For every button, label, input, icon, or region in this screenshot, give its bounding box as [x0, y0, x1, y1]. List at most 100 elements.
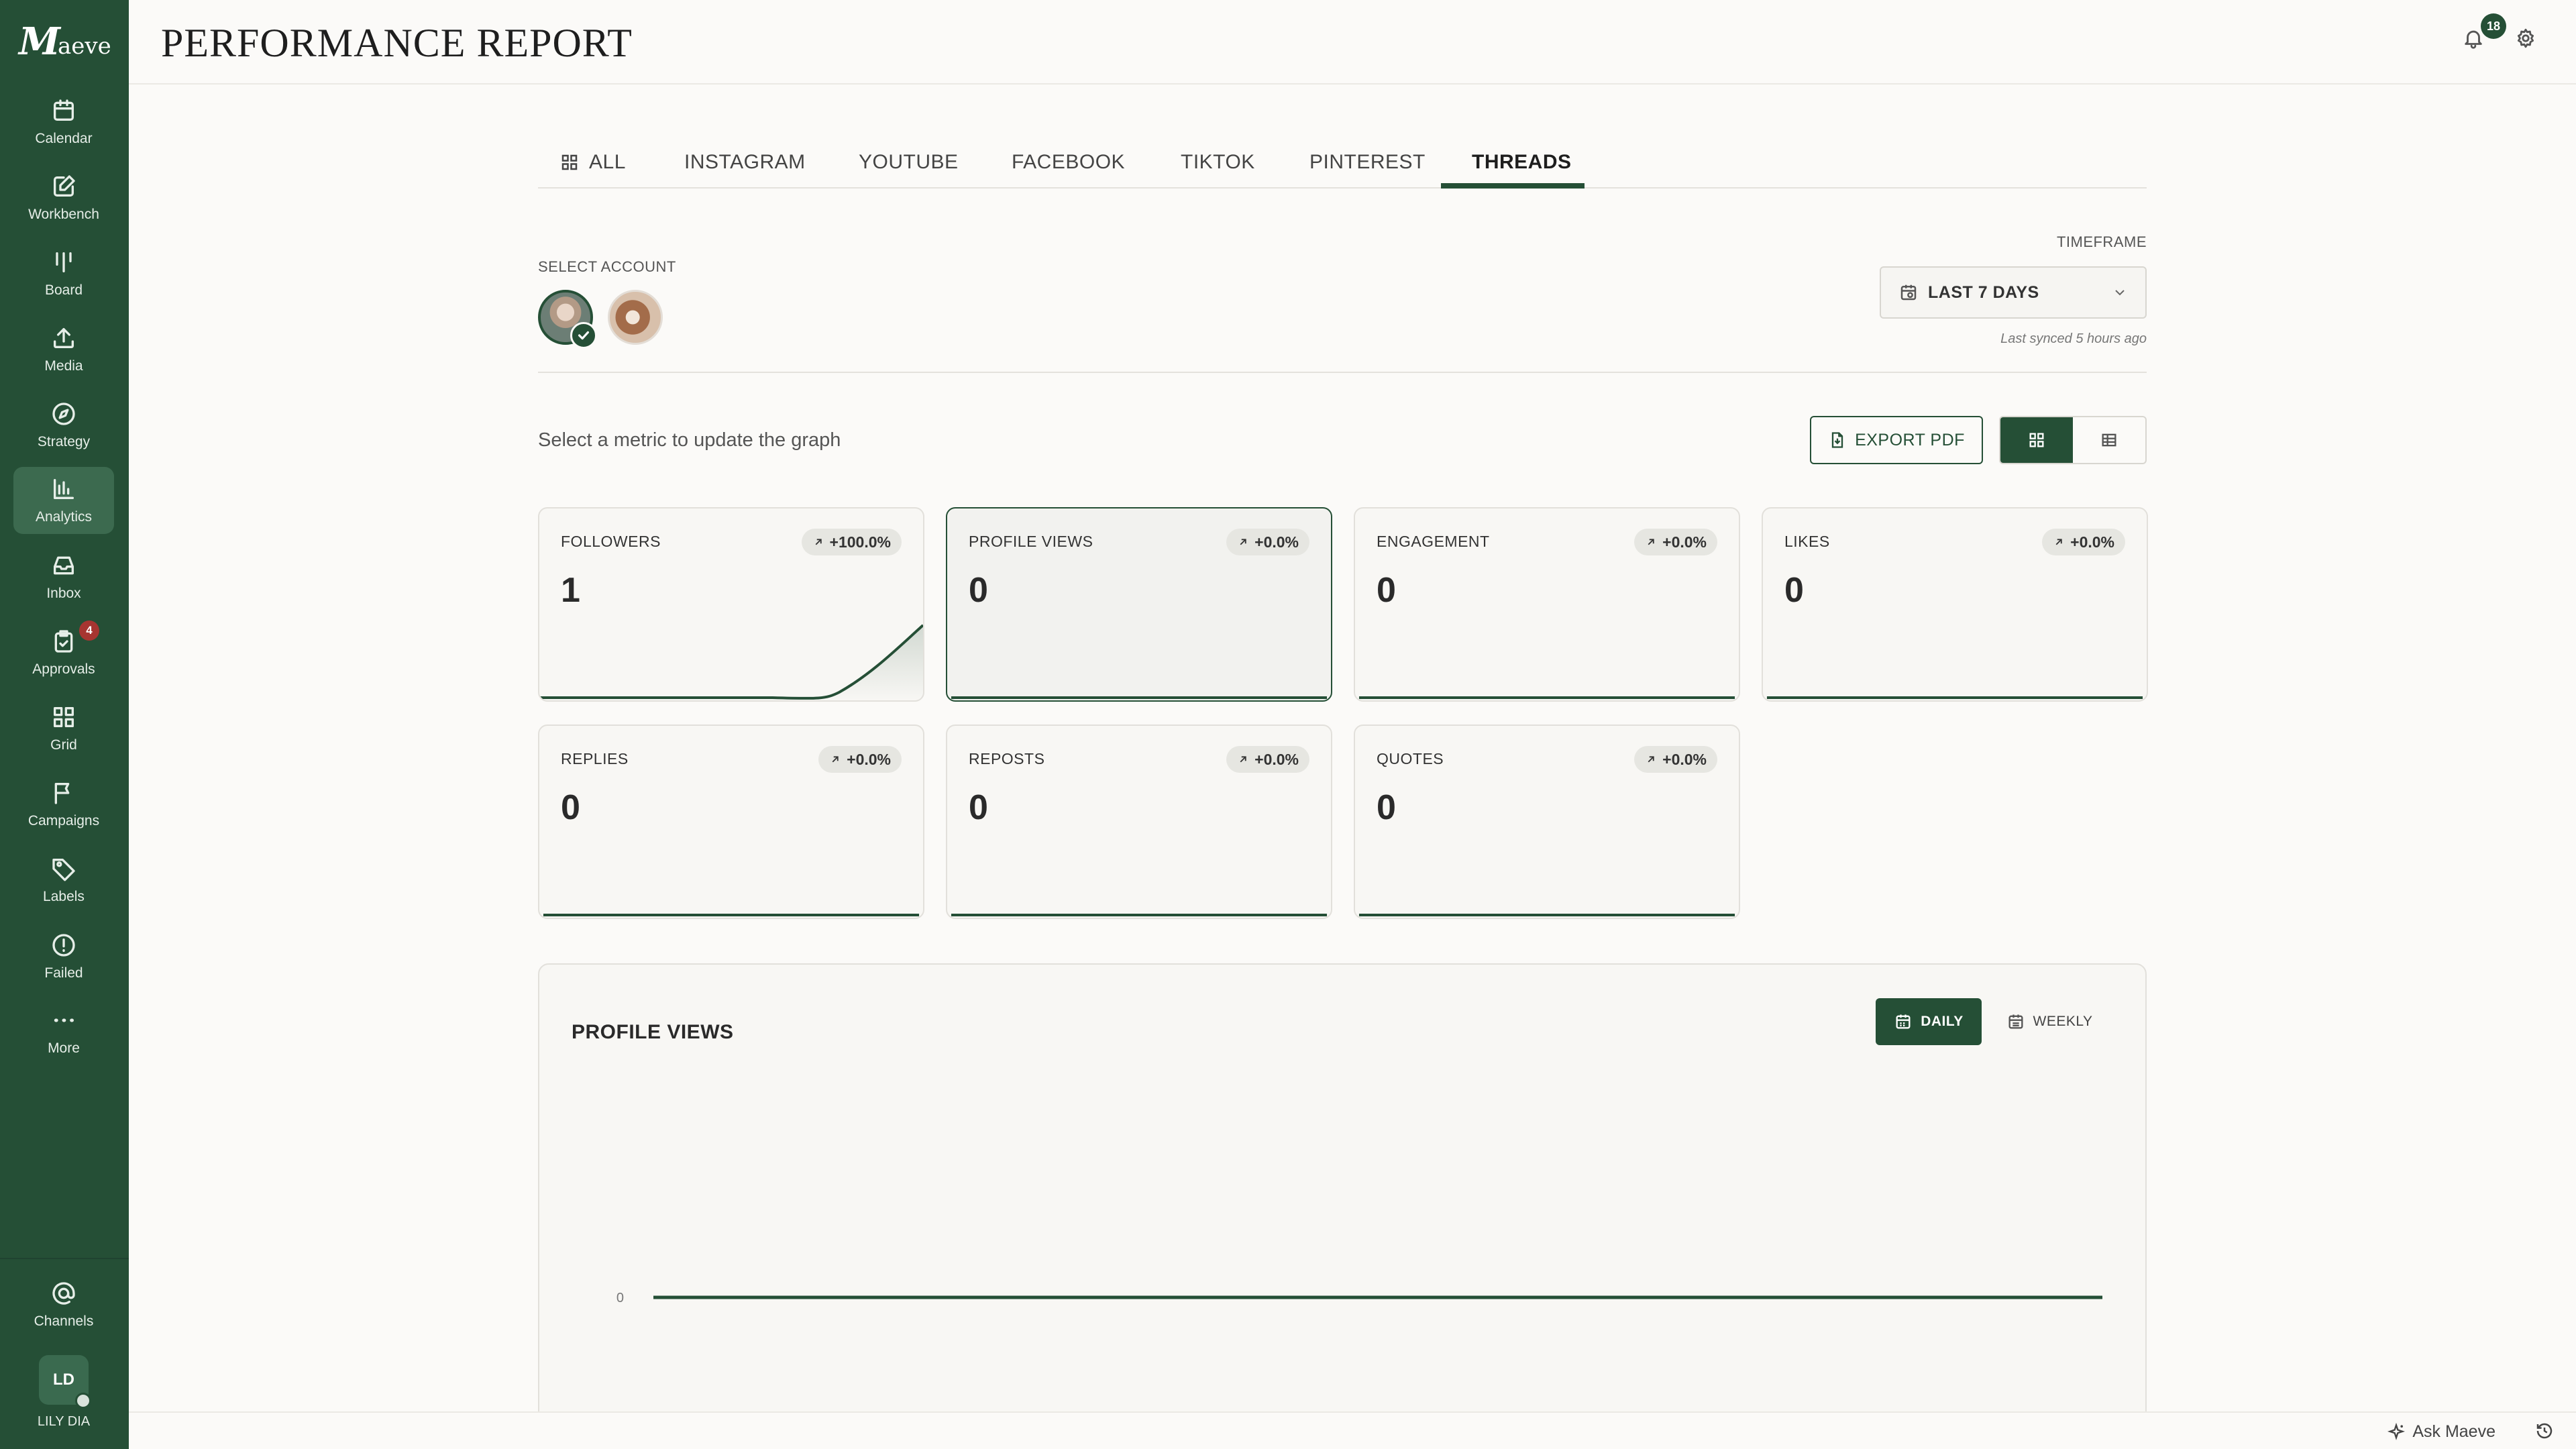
metric-title: PROFILE VIEWS: [969, 533, 1093, 550]
metric-title: REPOSTS: [969, 750, 1045, 767]
arrow-up-right-icon: [1648, 756, 1654, 763]
history-icon: [2536, 1423, 2553, 1439]
y-tick-label: 0: [616, 1291, 624, 1305]
arrow-up-right-icon: [2055, 539, 2062, 545]
tab-label: THREADS: [1472, 151, 1572, 173]
metric-card-likes[interactable]: LIKES +0.0% 0: [1762, 507, 2148, 702]
tab-instagram[interactable]: INSTAGRAM: [684, 151, 806, 187]
tab-threads[interactable]: THREADS: [1472, 151, 1572, 187]
metric-card-reposts[interactable]: REPOSTS +0.0% 0: [946, 724, 1332, 919]
sidebar-item-label: Calendar: [35, 131, 93, 146]
edit-icon: [54, 175, 75, 197]
tab-facebook[interactable]: FACEBOOK: [1012, 151, 1125, 187]
avatar[interactable]: LD: [39, 1355, 91, 1409]
check-icon: [570, 322, 597, 349]
tab-label: TIKTOK: [1181, 151, 1255, 173]
metric-title: REPLIES: [561, 750, 629, 767]
engagement-sparkline: [1358, 696, 1735, 699]
sidebar-item-calendar[interactable]: Calendar: [13, 89, 114, 156]
tab-tiktok[interactable]: TIKTOK: [1181, 151, 1255, 187]
view-toggle: [1999, 416, 2147, 464]
sidebar-item-campaigns[interactable]: Campaigns: [13, 771, 114, 838]
sidebar-item-media[interactable]: Media: [13, 316, 114, 383]
clipboard-check-icon: [54, 630, 73, 653]
avatar-initials: LD: [53, 1371, 74, 1389]
sidebar-item-failed[interactable]: Failed: [13, 923, 114, 990]
header: PERFORMANCE REPORT 18: [129, 0, 2576, 85]
metric-card-replies[interactable]: REPLIES +0.0% 0: [538, 724, 924, 919]
sidebar-item-label: Failed: [44, 965, 83, 981]
sidebar-item-label: Approvals: [32, 661, 95, 677]
card-view-button[interactable]: [2000, 417, 2073, 463]
grid-icon: [561, 154, 578, 170]
alert-circle-icon: [52, 934, 75, 957]
tab-label: PINTEREST: [1309, 151, 1426, 173]
tab-label: FACEBOOK: [1012, 151, 1126, 173]
gear-icon: [2517, 28, 2534, 48]
sidebar-item-more[interactable]: More: [13, 998, 114, 1065]
table-view-button[interactable]: [2073, 417, 2145, 463]
board-icon: [56, 252, 72, 272]
maeve-logo[interactable]: M aeve: [19, 23, 111, 60]
metric-value: 0: [1377, 788, 1396, 827]
export-pdf-button[interactable]: EXPORT PDF: [1810, 416, 1983, 464]
sidebar-item-inbox[interactable]: Inbox: [13, 543, 114, 610]
metric-card-followers[interactable]: FOLLOWERS +100.0% 1: [538, 507, 924, 702]
user-profile[interactable]: LD LILY DIA: [13, 1355, 114, 1430]
metric-title: FOLLOWERS: [561, 533, 661, 550]
sidebar-item-grid[interactable]: Grid: [13, 695, 114, 762]
metric-change-badge: +0.0%: [1634, 746, 1717, 773]
export-pdf-label: EXPORT PDF: [1855, 430, 1965, 449]
calendar-clock-icon: [1900, 284, 1917, 301]
metric-change-badge: +0.0%: [1226, 529, 1309, 555]
sidebar-item-board[interactable]: Board: [13, 240, 114, 307]
arrow-up-right-icon: [832, 756, 839, 763]
sidebar-item-label: Workbench: [28, 207, 99, 222]
account-avatar[interactable]: [608, 290, 663, 345]
history-button[interactable]: [2534, 1421, 2556, 1442]
sidebar-item-labels[interactable]: Labels: [13, 847, 114, 914]
account-avatar-selected[interactable]: [538, 290, 597, 349]
metric-change-badge: +0.0%: [2042, 529, 2125, 555]
metric-change: +0.0%: [2070, 533, 2114, 551]
sidebar-item-label: More: [48, 1040, 80, 1056]
user-name: LILY DIA: [37, 1414, 91, 1429]
profile-views-chart: 0: [616, 1291, 2102, 1305]
tab-pinterest[interactable]: PINTEREST: [1309, 151, 1426, 187]
metric-title: ENGAGEMENT: [1377, 533, 1490, 550]
bar-chart-icon: [54, 479, 74, 499]
metric-card-profile-views[interactable]: PROFILE VIEWS +0.0% 0: [946, 507, 1332, 702]
metric-card-engagement[interactable]: ENGAGEMENT +0.0% 0: [1354, 507, 1740, 702]
metric-hint: Select a metric to update the graph: [538, 429, 841, 451]
grid-icon: [54, 707, 74, 727]
sidebar-item-label: Inbox: [46, 586, 81, 601]
metric-change: +0.0%: [1254, 750, 1299, 768]
settings-dot-icon: [75, 1393, 91, 1409]
sidebar-item-strategy[interactable]: Strategy: [13, 392, 114, 459]
sidebar: M aeve Calendar Workbench Board Media St…: [0, 0, 129, 1449]
metric-value: 0: [561, 788, 580, 827]
ask-maeve-button[interactable]: Ask Maeve: [2387, 1422, 2496, 1442]
more-horizontal-icon: [54, 1018, 74, 1022]
sidebar-item-workbench[interactable]: Workbench: [13, 164, 114, 231]
metric-card-quotes[interactable]: QUOTES +0.0% 0: [1354, 724, 1740, 919]
settings-button[interactable]: [2514, 27, 2544, 56]
metric-change-badge: +100.0%: [801, 529, 902, 555]
metric-change-badge: +0.0%: [1226, 746, 1309, 773]
sidebar-item-analytics[interactable]: Analytics: [13, 467, 114, 534]
sidebar-item-channels[interactable]: Channels: [13, 1271, 114, 1338]
tab-label: ALL: [589, 151, 626, 173]
arrow-up-right-icon: [1240, 539, 1246, 545]
active-tab-indicator: [1441, 183, 1585, 189]
timeframe-select[interactable]: LAST 7 DAYS: [1880, 266, 2147, 319]
tab-all[interactable]: ALL: [559, 151, 626, 187]
tab-youtube[interactable]: YOUTUBE: [859, 151, 959, 187]
sidebar-item-label: Board: [44, 282, 83, 298]
metric-change: +0.0%: [1254, 533, 1299, 551]
metric-change-badge: +0.0%: [1634, 529, 1717, 555]
sidebar-item-approvals[interactable]: Approvals 4: [13, 619, 114, 686]
platform-tabs: ALL INSTAGRAM YOUTUBE FACEBOOK TIKTOK PI…: [538, 144, 2147, 189]
sidebar-item-label: Media: [44, 358, 83, 374]
notifications-button[interactable]: 18: [2462, 13, 2506, 56]
chevron-down-icon: [2115, 290, 2125, 296]
